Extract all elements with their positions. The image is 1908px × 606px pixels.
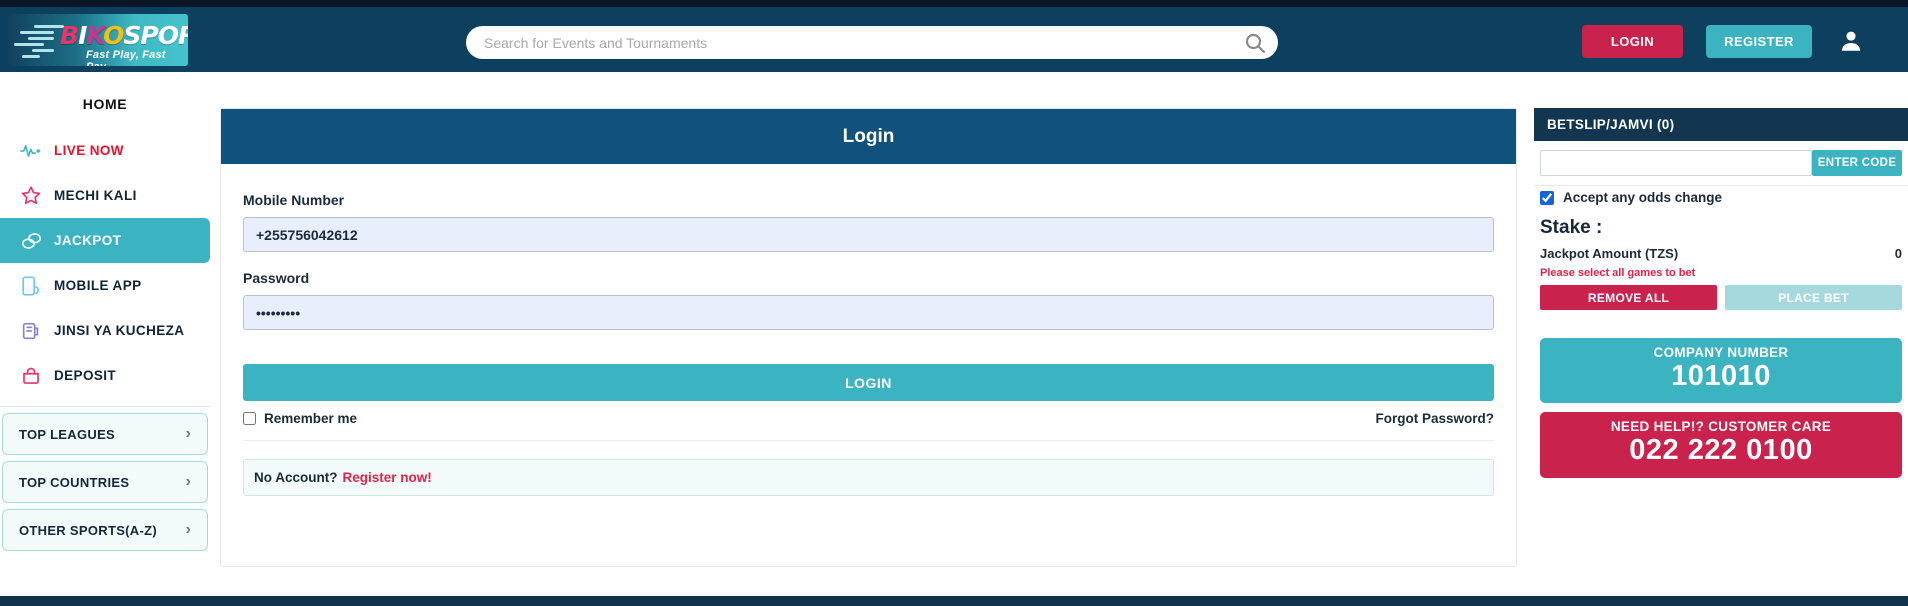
sidebar-group-label: OTHER SPORTS(A-Z) xyxy=(19,522,157,538)
sidebar-item-home[interactable]: HOME xyxy=(0,80,210,128)
logo-word-sports: SPORTS xyxy=(123,21,188,50)
sidebar-item-deposit[interactable]: DEPOSIT xyxy=(0,353,210,398)
sidebar-label: LIVE NOW xyxy=(54,143,124,158)
accept-odds-change-row[interactable]: Accept any odds change xyxy=(1534,185,1908,215)
chevron-right-icon: › xyxy=(185,521,191,538)
forgot-password-link[interactable]: Forgot Password? xyxy=(1375,411,1494,426)
accept-odds-change-label: Accept any odds change xyxy=(1563,190,1723,205)
stake-label: Stake : xyxy=(1540,217,1603,238)
place-bet-button[interactable]: PLACE BET xyxy=(1725,285,1902,310)
login-card: Login Mobile Number Password LOGIN Remem… xyxy=(220,108,1517,567)
user-avatar-icon[interactable] xyxy=(1834,24,1868,58)
how-to-play-icon xyxy=(20,320,54,342)
betslip-title: BETSLIP/JAMVI (0) xyxy=(1534,108,1908,141)
chevron-right-icon: › xyxy=(185,425,191,442)
mobile-number-input[interactable] xyxy=(243,217,1494,252)
search-bar[interactable] xyxy=(466,26,1278,59)
sidebar-item-mechi-kali[interactable]: MECHI KALI xyxy=(0,173,210,218)
remember-me-checkbox-wrap[interactable]: Remember me xyxy=(243,411,357,426)
sidebar-group-top-leagues[interactable]: TOP LEAGUES › xyxy=(2,413,208,455)
remember-row: Remember me Forgot Password? xyxy=(243,411,1494,441)
login-form: Mobile Number Password LOGIN Remember me… xyxy=(221,164,1516,496)
coins-icon xyxy=(20,230,54,251)
sidebar-divider xyxy=(0,406,210,407)
page-root: BIKOSPORTS Fast Play, Fast Pay LOGIN REG… xyxy=(0,0,1908,606)
betslip-warning: Please select all games to bet xyxy=(1540,267,1696,279)
sidebar-group-label: TOP LEAGUES xyxy=(19,426,116,442)
jackpot-amount-label: Jackpot Amount (TZS) xyxy=(1540,246,1679,261)
no-account-banner: No Account? Register now! xyxy=(243,459,1494,496)
betslip-actions: REMOVE ALL PLACE BET xyxy=(1534,285,1908,310)
logo-letter-b: B xyxy=(60,21,79,50)
sidebar-group-top-countries[interactable]: TOP COUNTRIES › xyxy=(2,461,208,503)
logo-letter-k: K xyxy=(86,21,104,50)
sidebar-item-live-now[interactable]: LIVE NOW xyxy=(0,128,210,173)
wallet-icon xyxy=(20,365,54,386)
sidebar-label: MOBILE APP xyxy=(54,278,142,293)
site-header: BIKOSPORTS Fast Play, Fast Pay LOGIN REG… xyxy=(0,7,1908,72)
password-input[interactable] xyxy=(243,295,1494,330)
customer-care-title: NEED HELP!? CUSTOMER CARE xyxy=(1610,419,1832,435)
company-number-value: 101010 xyxy=(1671,360,1771,392)
pulse-icon xyxy=(20,142,54,160)
logo-wordmark: BIKOSPORTS xyxy=(60,21,188,50)
remember-me-checkbox[interactable] xyxy=(243,412,256,425)
betslip-panel: BETSLIP/JAMVI (0) ENTER CODE Accept any … xyxy=(1534,108,1908,478)
sidebar-item-jinsi-ya-kucheza[interactable]: JINSI YA KUCHEZA xyxy=(0,308,210,353)
sidebar-item-mobile-app[interactable]: MOBILE APP xyxy=(0,263,210,308)
browser-top-edge xyxy=(0,0,1908,7)
header-register-button[interactable]: REGISTER xyxy=(1706,25,1812,58)
chevron-right-icon: › xyxy=(185,473,191,490)
password-label: Password xyxy=(243,270,310,286)
mobile-phone-icon xyxy=(20,275,54,297)
mobile-number-label: Mobile Number xyxy=(243,192,345,208)
jackpot-amount-row: Jackpot Amount (TZS) 0 xyxy=(1534,246,1908,263)
login-card-title: Login xyxy=(221,109,1516,164)
customer-care-box[interactable]: NEED HELP!? CUSTOMER CARE 022 222 0100 xyxy=(1540,412,1902,478)
no-account-text: No Account? xyxy=(254,470,338,485)
jackpot-amount-value: 0 xyxy=(1894,246,1902,261)
betslip-code-input[interactable] xyxy=(1540,150,1812,176)
sidebar-label: MECHI KALI xyxy=(54,188,137,203)
search-input[interactable] xyxy=(466,27,1232,58)
enter-code-button[interactable]: ENTER CODE xyxy=(1812,150,1902,176)
header-login-button[interactable]: LOGIN xyxy=(1582,25,1683,58)
company-number-box[interactable]: COMPANY NUMBER 101010 xyxy=(1540,338,1902,404)
page-bottom-bar xyxy=(0,596,1908,606)
remove-all-button[interactable]: REMOVE ALL xyxy=(1540,285,1717,310)
star-icon xyxy=(20,185,54,206)
login-submit-button[interactable]: LOGIN xyxy=(243,364,1494,401)
sidebar-group-label: TOP COUNTRIES xyxy=(19,474,130,490)
company-number-title: COMPANY NUMBER xyxy=(1653,345,1789,360)
left-sidebar: HOME LIVE NOW MECHI KALI JACKPOT MOBILE … xyxy=(0,80,210,551)
logo-letter-o: O xyxy=(103,21,124,50)
sidebar-label: JACKPOT xyxy=(54,233,122,248)
site-logo[interactable]: BIKOSPORTS Fast Play, Fast Pay xyxy=(8,14,188,66)
sidebar-label: DEPOSIT xyxy=(54,368,117,383)
sidebar-item-jackpot[interactable]: JACKPOT xyxy=(0,218,210,263)
customer-care-number: 022 222 0100 xyxy=(1629,434,1813,467)
search-icon[interactable] xyxy=(1232,31,1278,55)
betslip-code-row: ENTER CODE xyxy=(1534,141,1908,185)
sidebar-label: JINSI YA KUCHEZA xyxy=(54,323,185,338)
remember-me-label: Remember me xyxy=(264,411,358,426)
register-now-link[interactable]: Register now! xyxy=(343,470,432,485)
sidebar-group-other-sports[interactable]: OTHER SPORTS(A-Z) › xyxy=(2,509,208,551)
logo-tagline: Fast Play, Fast Pay xyxy=(86,49,166,66)
accept-odds-change-checkbox[interactable] xyxy=(1540,190,1554,205)
speed-lines-icon xyxy=(14,23,66,59)
